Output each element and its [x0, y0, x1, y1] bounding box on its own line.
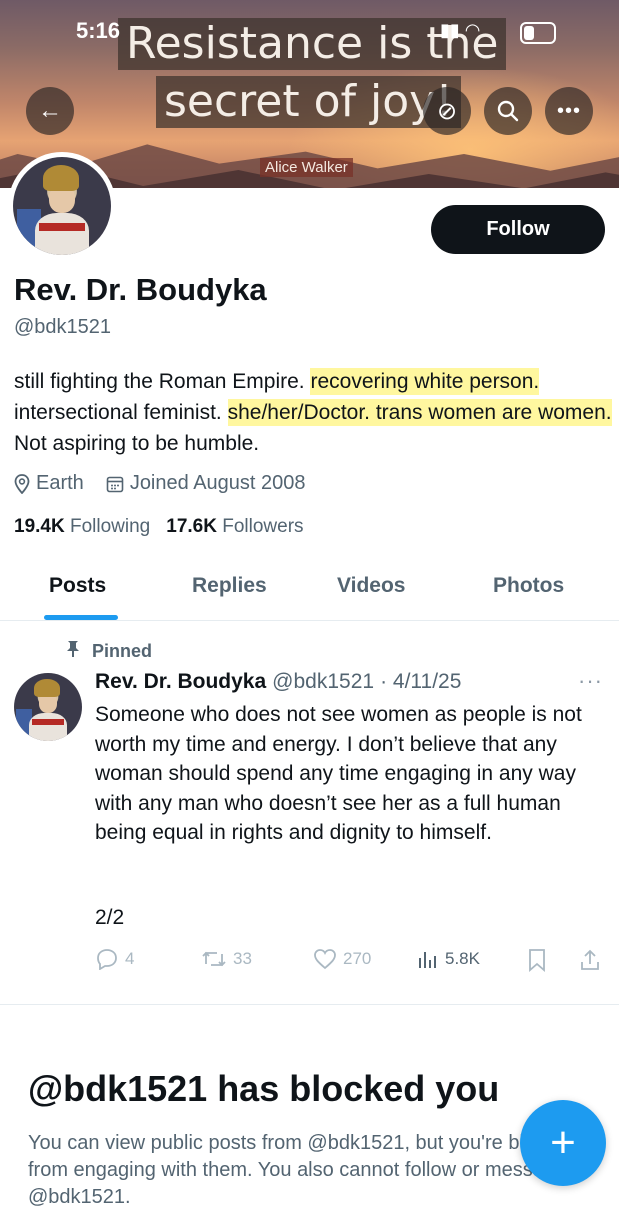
search-button[interactable]: [484, 87, 532, 135]
post-text[interactable]: Someone who does not see women as people…: [95, 700, 610, 848]
post-author-handle[interactable]: @bdk1521: [272, 670, 374, 694]
profile-handle: @bdk1521: [14, 316, 112, 338]
active-tab-indicator: [44, 615, 118, 620]
bio-highlight: recovering white person.: [310, 368, 540, 395]
heart-icon: [314, 949, 336, 970]
following-count: 19.4K: [14, 516, 65, 537]
pinned-text: Pinned: [92, 641, 153, 661]
views-icon: [419, 952, 436, 968]
post-more-button[interactable]: ···: [578, 668, 603, 694]
joined-item: Joined August 2008: [106, 472, 306, 495]
views-count: 5.8K: [445, 949, 480, 968]
banner-quote-author: Alice Walker: [260, 158, 353, 177]
location-text: Earth: [36, 472, 84, 494]
repost-button[interactable]: 33: [201, 948, 252, 970]
tab-replies[interactable]: Replies: [192, 574, 267, 598]
followers-link[interactable]: 17.6K Followers: [166, 516, 303, 538]
grok-icon: ⊘: [436, 97, 458, 125]
more-icon: •••: [556, 99, 581, 122]
reply-button[interactable]: 4: [95, 948, 134, 970]
bio-text: Not aspiring to be humble.: [14, 432, 260, 455]
profile-avatar[interactable]: [8, 152, 116, 260]
profile-tabs: Posts Replies Videos Photos: [0, 560, 619, 621]
compose-button[interactable]: +: [520, 1100, 606, 1186]
profile-display-name: Rev. Dr. Boudyka: [14, 272, 267, 307]
share-icon: [581, 949, 599, 970]
profile-meta: Earth Joined August 2008: [14, 472, 306, 495]
share-button[interactable]: [579, 948, 601, 972]
post-page-indicator: 2/2: [95, 906, 125, 929]
back-button[interactable]: ←: [26, 87, 74, 135]
more-button[interactable]: •••: [545, 87, 593, 135]
location-pin-icon: [14, 473, 30, 494]
grok-button[interactable]: ⊘: [423, 87, 471, 135]
repost-icon: [202, 951, 226, 967]
following-link[interactable]: 19.4K Following: [14, 516, 150, 538]
joined-text: Joined August 2008: [129, 472, 306, 494]
post-header: Rev. Dr. Boudyka @bdk1521 · 4/11/25: [95, 670, 461, 694]
battery-icon: [520, 22, 556, 44]
pinned-label: Pinned: [66, 640, 152, 663]
calendar-icon: [106, 476, 124, 492]
blocked-title: @bdk1521 has blocked you: [28, 1068, 500, 1109]
avatar-image: [13, 157, 111, 255]
tab-photos[interactable]: Photos: [493, 574, 564, 598]
post-date[interactable]: · 4/11/25: [380, 670, 461, 694]
profile-bio: still fighting the Roman Empire. recover…: [14, 366, 614, 459]
views-button[interactable]: 5.8K: [417, 948, 480, 970]
like-count: 270: [343, 949, 372, 968]
post-author-avatar[interactable]: [14, 673, 82, 741]
banner-quote-line-2: secret of joy!: [156, 76, 461, 128]
tab-posts[interactable]: Posts: [49, 574, 106, 598]
bio-text: still fighting the Roman Empire.: [14, 370, 311, 393]
like-button[interactable]: 270: [313, 948, 371, 970]
signal-wifi-icon: ▮▮ ◠: [440, 20, 481, 40]
following-label: Following: [69, 516, 151, 537]
followers-label: Followers: [222, 516, 304, 537]
plus-icon: +: [550, 1118, 576, 1167]
reply-count: 4: [125, 949, 135, 968]
bookmark-icon: [529, 949, 545, 972]
profile-stats: 19.4K Following 17.6K Followers: [14, 516, 304, 538]
pin-icon: [66, 640, 80, 663]
reply-icon: [97, 949, 117, 970]
back-arrow-icon: ←: [38, 97, 62, 124]
bio-text: intersectional feminist.: [14, 401, 228, 424]
search-icon: [497, 100, 519, 122]
bio-highlight: she/her/Doctor. trans women are women.: [227, 399, 612, 426]
followers-count: 17.6K: [166, 516, 217, 537]
post-actions: 4 33 270 5.8K: [95, 948, 605, 978]
status-time: 5:16: [76, 18, 121, 43]
blocked-description: You can view public posts from @bdk1521,…: [28, 1132, 578, 1208]
post-author-name[interactable]: Rev. Dr. Boudyka: [95, 670, 266, 694]
follow-button[interactable]: Follow: [431, 205, 605, 254]
bookmark-button[interactable]: [527, 948, 547, 972]
section-divider: [0, 1004, 619, 1005]
location-item: Earth: [14, 472, 84, 495]
repost-count: 33: [233, 949, 252, 968]
tab-videos[interactable]: Videos: [337, 574, 405, 598]
